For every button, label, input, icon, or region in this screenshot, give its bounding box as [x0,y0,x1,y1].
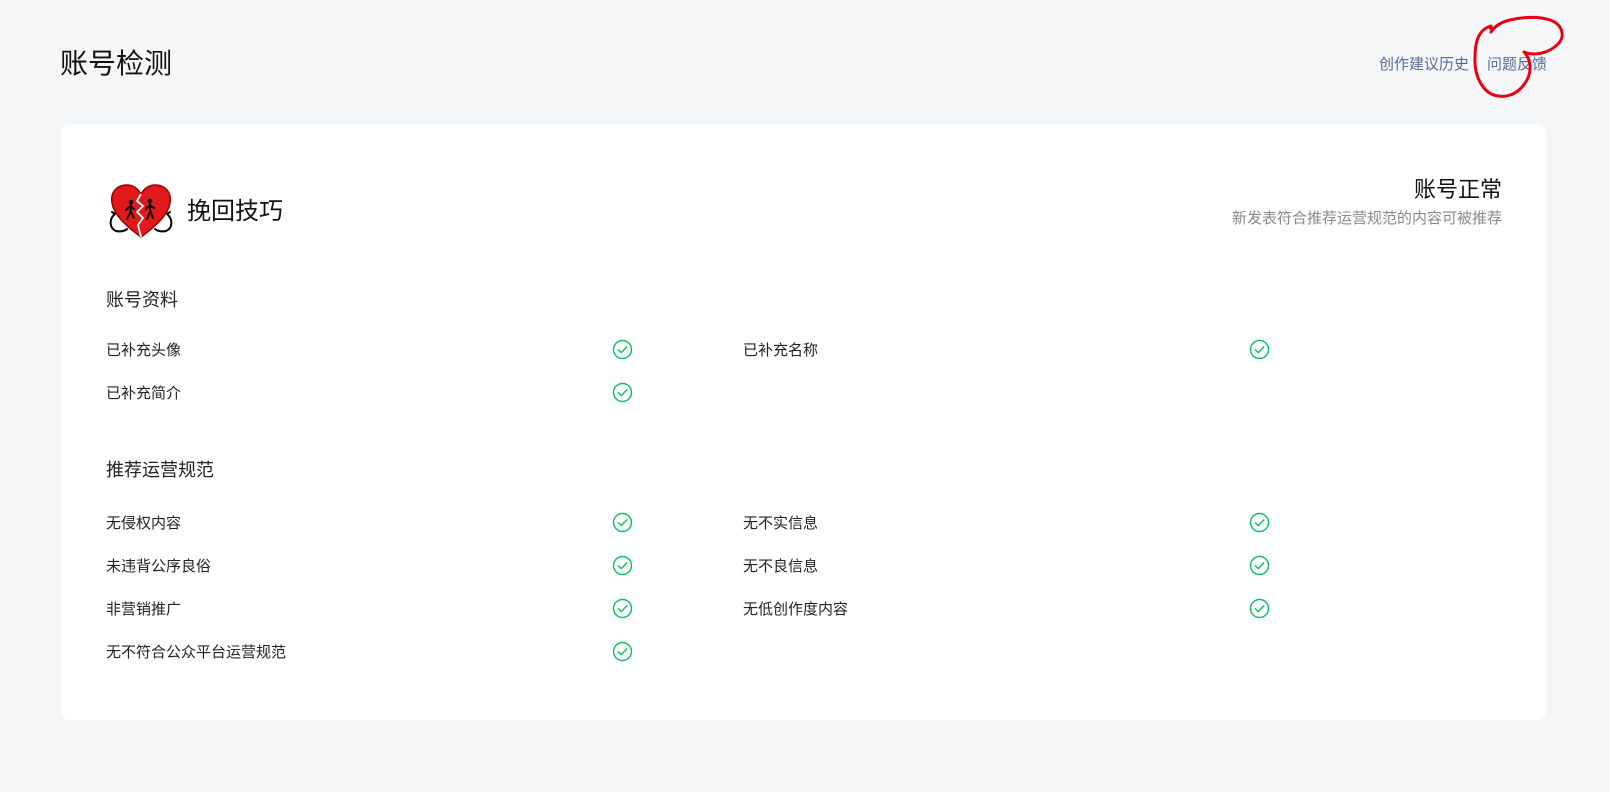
check-circle-icon [1249,512,1270,533]
header-links: 创作建议历史 问题反馈 [1379,52,1547,76]
feedback-link[interactable]: 问题反馈 [1487,52,1547,76]
check-item-no-low-originality: 无低创作度内容 [743,594,848,622]
check-item-intro: 已补充简介 [106,378,181,406]
check-item-label: 无不良信息 [743,556,819,575]
check-item-platform-rules: 无不符合公众平台运营规范 [106,637,286,665]
check-item-name: 已补充名称 [743,335,818,363]
check-item-no-false-info: 无不实信息 [743,508,818,536]
check-item-label: 无侵权内容 [106,513,182,532]
page-title: 账号检测 [60,47,173,80]
check-item-non-marketing: 非营销推广 [106,594,181,622]
account-name: 挽回技巧 [187,197,283,225]
check-item-label: 无低创作度内容 [743,599,849,618]
check-item-public-order: 未违背公序良俗 [106,551,211,579]
check-circle-icon [612,555,633,576]
check-item-label: 已补充头像 [106,340,182,359]
section-title-operation-rules: 推荐运营规范 [106,460,214,481]
check-item-avatar: 已补充头像 [106,335,181,363]
status-title: 账号正常 [1413,178,1502,203]
check-circle-icon [1249,555,1270,576]
check-circle-icon [612,339,633,360]
account-info: 挽回技巧 [106,181,283,241]
check-item-label: 未违背公序良俗 [106,556,212,575]
check-circle-icon [612,598,633,619]
check-circle-icon [612,382,633,403]
account-status: 账号正常 新发表符合推荐运营规范的内容可被推荐 [1232,175,1502,229]
check-item-label: 无不实信息 [743,513,819,532]
check-item-label: 已补充名称 [743,340,819,359]
check-circle-icon [612,512,633,533]
check-item-label: 非营销推广 [106,599,182,618]
check-circle-icon [1249,339,1270,360]
check-item-no-infringement: 无侵权内容 [106,508,181,536]
account-check-card: 挽回技巧 账号正常 新发表符合推荐运营规范的内容可被推荐 账号资料 已补充头像 … [61,124,1546,720]
section-title-account-profile: 账号资料 [106,290,178,311]
check-circle-icon [1249,598,1270,619]
creation-suggestion-history-link[interactable]: 创作建议历史 [1379,52,1469,76]
check-item-label: 无不符合公众平台运营规范 [106,642,287,661]
check-item-no-bad-info: 无不良信息 [743,551,818,579]
check-item-label: 已补充简介 [106,383,182,402]
status-description: 新发表符合推荐运营规范的内容可被推荐 [1231,209,1502,227]
check-circle-icon [612,641,633,662]
broken-heart-couple-icon [109,184,173,238]
